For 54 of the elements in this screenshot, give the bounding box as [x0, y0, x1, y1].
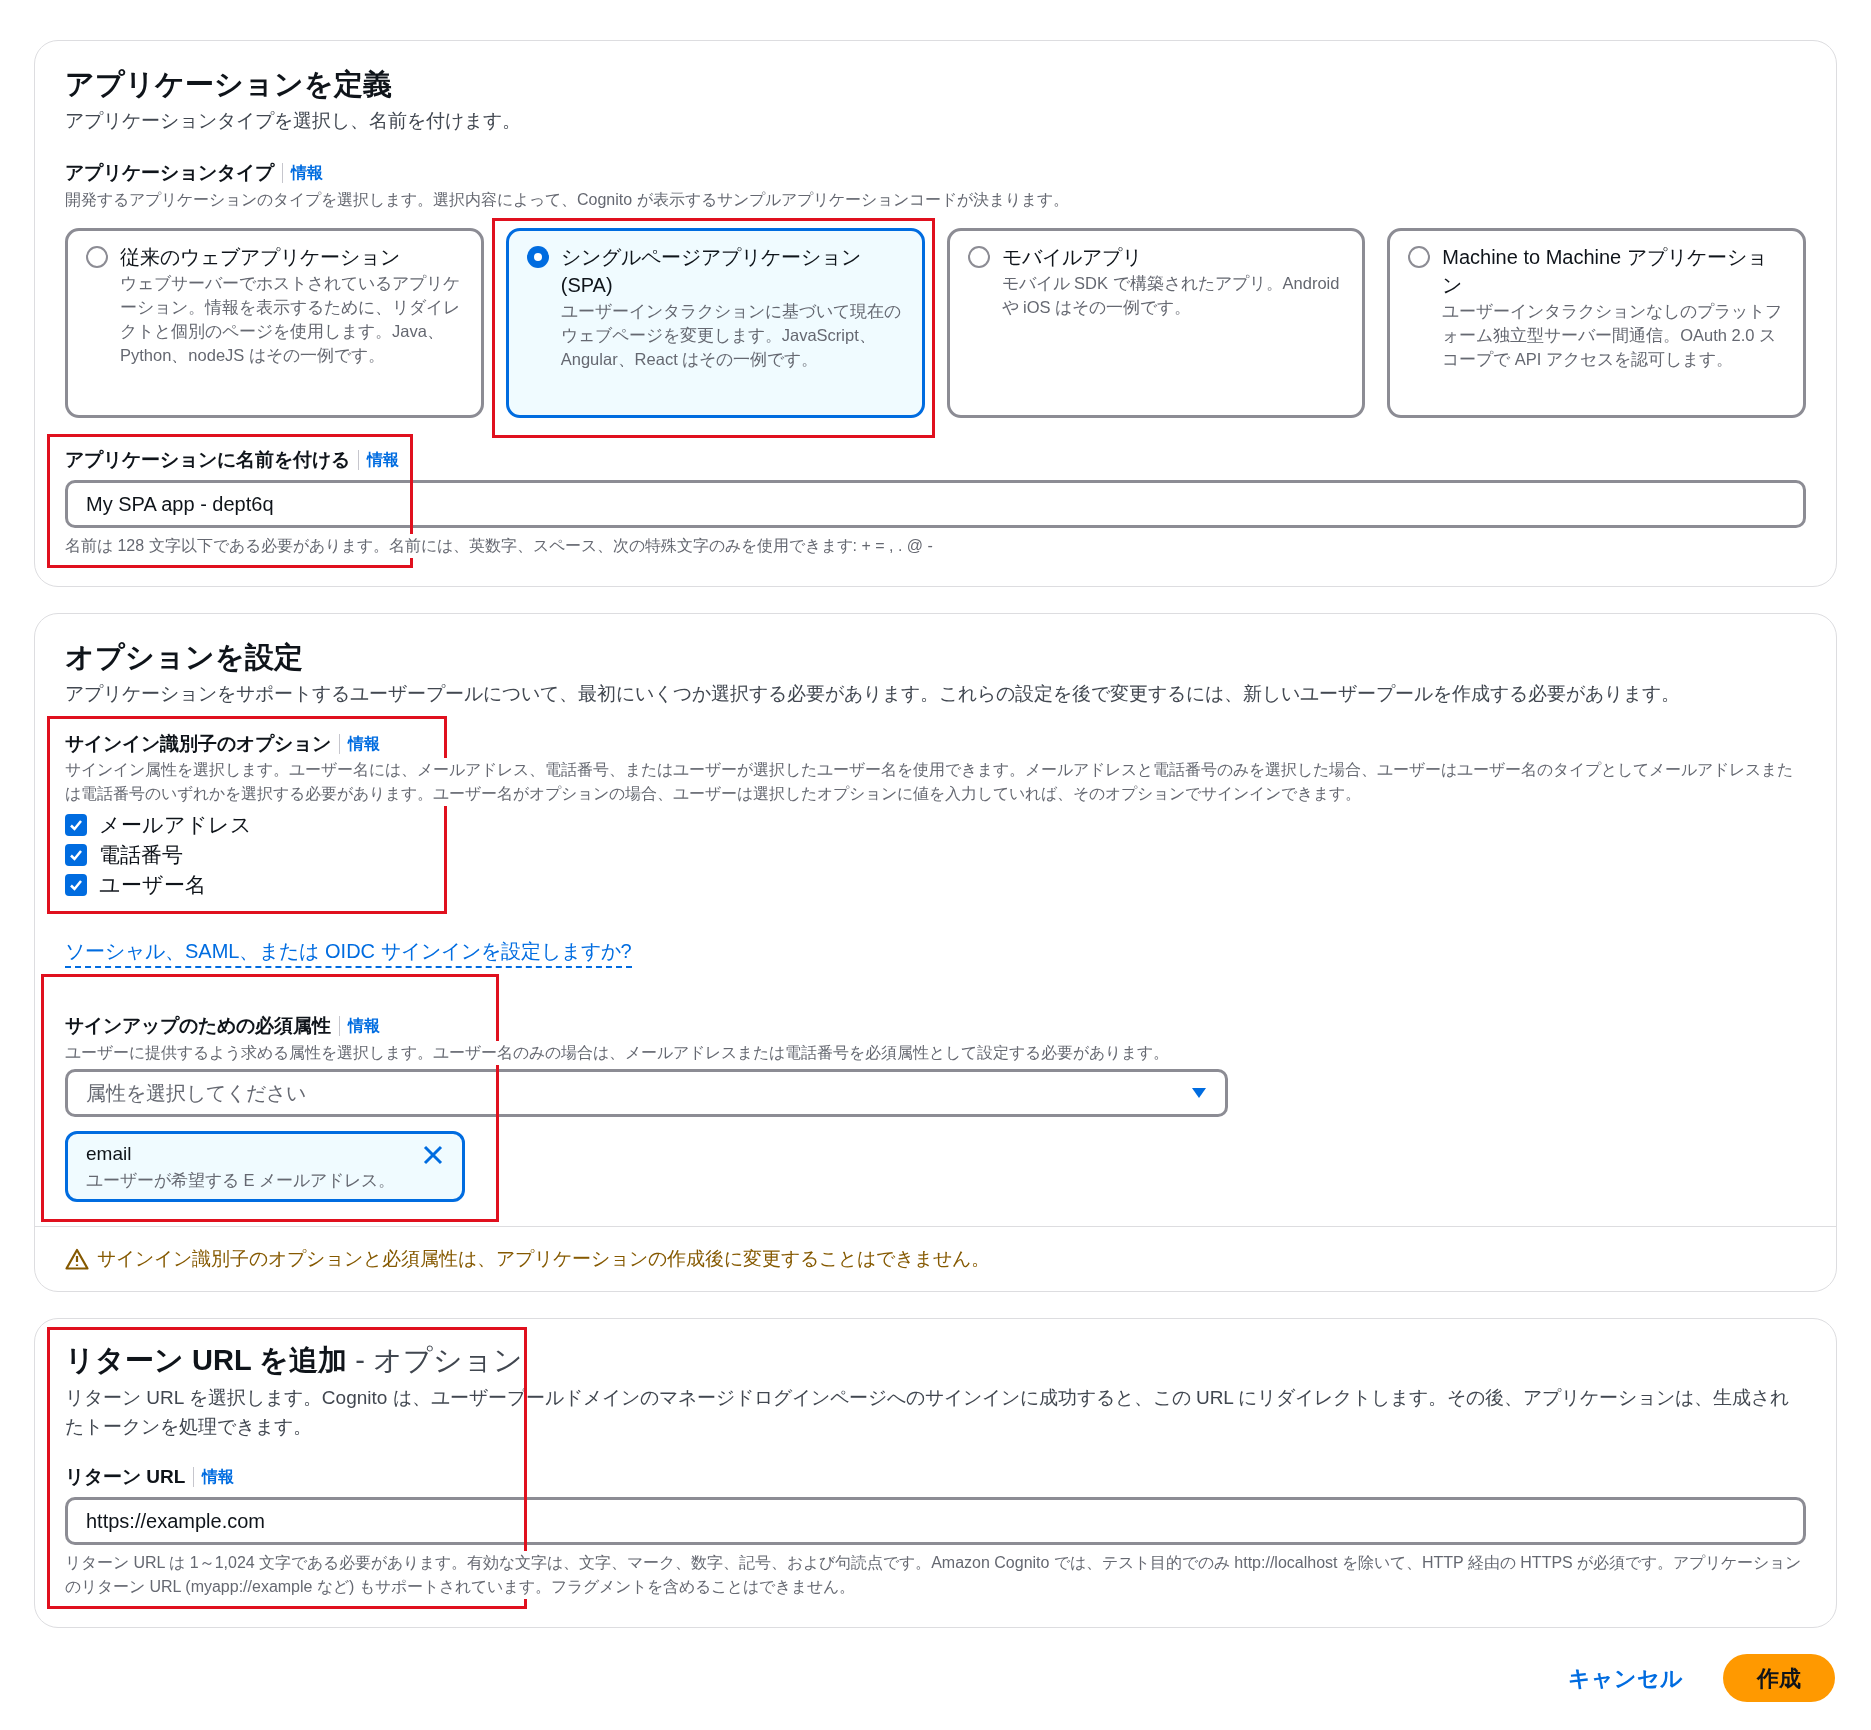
app-type-card[interactable]: Machine to Machine アプリケーション ユーザーインタラクションなしのプラットフォーム独立型サーバー間通信。OAuth 2.0 スコープで API アクセスを認可します。: [1387, 227, 1806, 418]
close-icon[interactable]: [422, 1143, 444, 1166]
title-suffix: - オプション: [355, 1343, 523, 1379]
info-link[interactable]: 情報: [348, 731, 380, 756]
option-title: モバイルアプリ: [1001, 244, 1143, 270]
warning-text: サインイン識別子のオプションと必須属性は、アプリケーションの作成後に変更することはできません。: [97, 1246, 990, 1271]
checkmark-icon: [69, 848, 83, 862]
field-label: アプリケーションタイプ: [65, 161, 274, 185]
checkbox-label: ユーザー名: [99, 872, 206, 899]
info-link[interactable]: 情報: [291, 161, 323, 186]
select-placeholder: 属性を選択してください: [86, 1080, 306, 1106]
checkbox[interactable]: [65, 844, 87, 866]
info-link[interactable]: 情報: [367, 447, 399, 472]
section-description: アプリケーションタイプを選択し、名前を付けます。: [65, 108, 522, 133]
create-button[interactable]: 作成: [1723, 1654, 1835, 1703]
option-title: Machine to Machine アプリケーション: [1442, 244, 1768, 298]
section-description: アプリケーションをサポートするユーザープールについて、最初にいくつか選択する必要があります。これらの設定を後で変更するには、新しいユーザープールを作成する必要があります。: [65, 681, 1681, 706]
checkmark-icon: [69, 878, 83, 892]
return-url-field[interactable]: https://example.com: [65, 1497, 1806, 1546]
option-description: ウェブサーバーでホストされているアプリケーション。情報を表示するために、リダイレクトと個別のページを使用します。Java、Python、nodeJS はその一例です。: [120, 272, 461, 366]
checkbox-label: 電話番号: [99, 842, 183, 869]
info-link[interactable]: 情報: [202, 1465, 235, 1489]
app-type-card[interactable]: 従来のウェブアプリケーション ウェブサーバーでホストされているアプリケーション。情報を表示するために、リダイレクトと個別のページを使用します。Java、Python、nodeJS はその一例です。: [65, 227, 484, 418]
checkmark-icon: [69, 818, 83, 832]
info-link[interactable]: 情報: [348, 1014, 380, 1039]
section-title: リターン URL を追加: [65, 1343, 348, 1379]
field-label: サインアップのための必須属性: [65, 1014, 331, 1038]
radio-button[interactable]: [86, 245, 108, 268]
field-label: リターン URL: [65, 1464, 186, 1489]
checkbox[interactable]: [65, 814, 87, 836]
option-description: モバイル SDK で構築されたアプリ。Android や iOS はその一例です。: [1001, 272, 1341, 318]
radio-button[interactable]: [1408, 245, 1431, 268]
option-description: ユーザーインタラクションに基づいて現在のウェブページを変更します。JavaScript、Angular、React はその一例です。: [560, 300, 902, 370]
social-sign-in-link[interactable]: ソーシャル、SAML、または OIDC サインインを設定しますか?: [65, 936, 632, 968]
field-label: アプリケーションに名前を付ける: [65, 447, 350, 472]
cancel-link[interactable]: キャンセル: [1568, 1661, 1683, 1695]
section-title: オプションを設定: [65, 640, 304, 675]
checkbox[interactable]: [65, 874, 87, 896]
token-name: email: [86, 1141, 133, 1166]
caret-icon: [1191, 1086, 1207, 1099]
option-title: シングルページアプリケーション (SPA): [560, 244, 862, 298]
field-label: サインイン識別子のオプション: [65, 731, 331, 756]
checkbox-label: メールアドレス: [99, 812, 252, 839]
app-type-card[interactable]: シングルページアプリケーション (SPA) ユーザーインタラクションに基づいて現在のウェブページを変更します。JavaScript、Angular、React はその一例です。: [505, 227, 925, 418]
radio-button[interactable]: [526, 245, 549, 268]
attribute-select[interactable]: 属性を選択してください: [65, 1068, 1228, 1117]
app-type-card[interactable]: モバイルアプリ モバイル SDK で構築されたアプリ。Android や iOS はその一例です。: [946, 227, 1366, 418]
radio-button[interactable]: [967, 245, 990, 268]
warning-icon: [65, 1248, 89, 1270]
option-description: ユーザーインタラクションなしのプラットフォーム独立型サーバー間通信。OAuth 2.0 スコープで API アクセスを認可します。: [1442, 300, 1784, 370]
section-title: アプリケーションを定義: [65, 67, 393, 102]
app-name-field[interactable]: My SPA app - dept6q: [65, 480, 1806, 528]
token-description: ユーザーが希望する E メールアドレス。: [86, 1170, 396, 1191]
option-title: 従来のウェブアプリケーション: [120, 244, 401, 270]
